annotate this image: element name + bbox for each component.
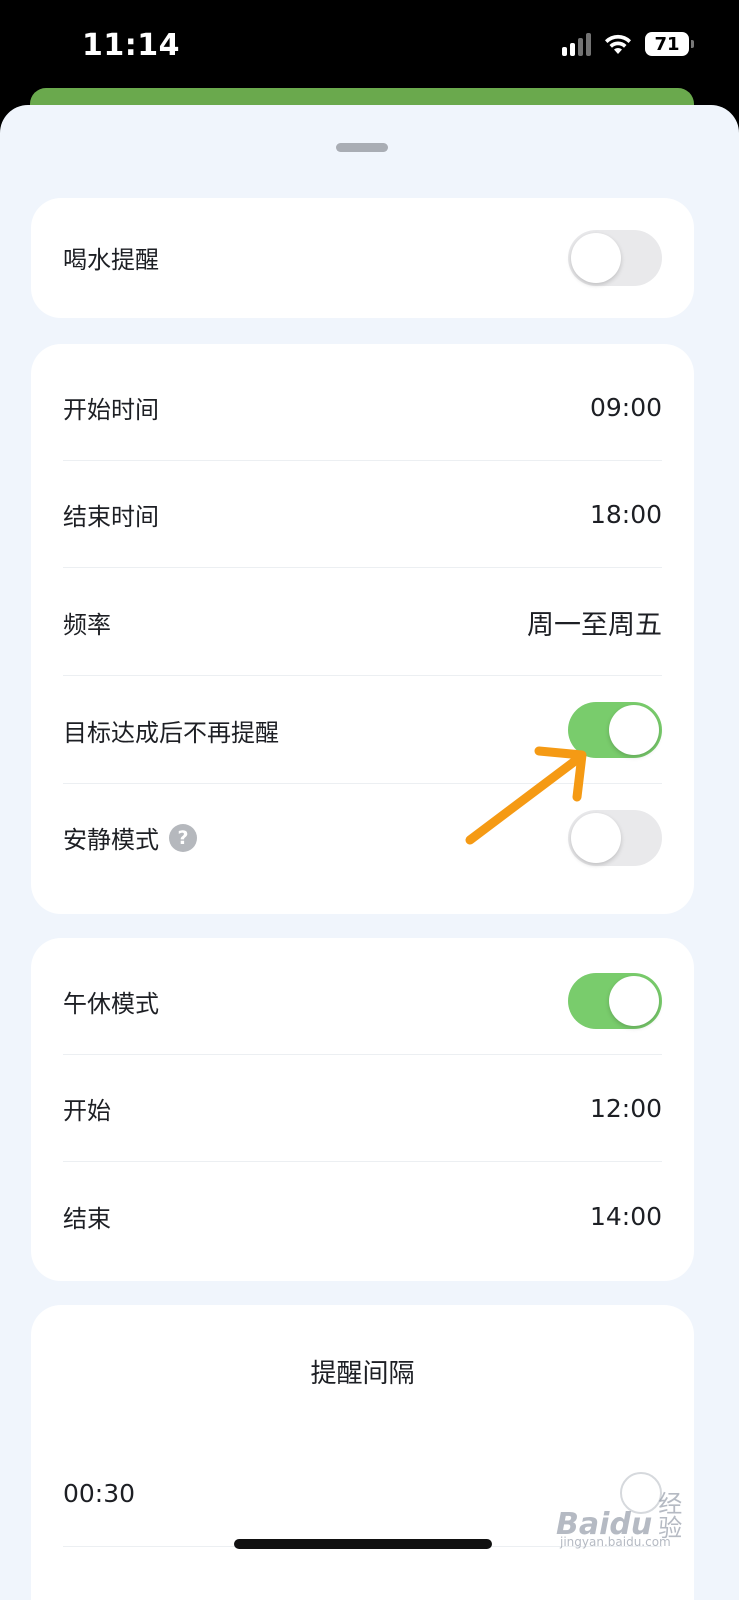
nap-end-value: 14:00 [589,1202,662,1231]
nap-mode-row: 午休模式 [63,948,662,1055]
status-icons: 71 [562,32,694,56]
home-indicator[interactable] [234,1539,492,1549]
help-icon[interactable]: ? [169,823,197,852]
frequency-label: 频率 [63,610,111,639]
settings-sheet[interactable]: 喝水提醒 开始时间 09:00 结束时间 18:00 频率 周一至周五 目标达成… [0,105,739,1600]
watermark-sub: 经验 [658,1490,683,1542]
end-time-value: 18:00 [589,499,662,529]
water-reminder-toggle[interactable] [568,229,662,286]
start-time-label: 开始时间 [63,395,159,424]
status-time: 11:14 [82,28,180,63]
interval-option-label: 00:30 [63,1478,136,1508]
reminder-card: 喝水提醒 [31,198,694,318]
sheet-grabber[interactable] [336,143,388,152]
toggle-knob [571,232,621,283]
nap-card: 午休模式 开始 12:00 结束 14:00 [31,938,694,1281]
phone-screen: 11:14 71 喝水提醒 开始时间 09:00 结束时间 18:00 频率 周… [0,0,739,1600]
battery-icon: 71 [645,32,694,56]
interval-title: 提醒间隔 [310,1359,415,1389]
nap-mode-label: 午休模式 [63,989,159,1018]
interval-card: 提醒间隔 00:30 [31,1305,694,1600]
watermark-url: jingyan.baidu.com [560,1535,671,1549]
status-bar: 11:14 71 [0,0,739,96]
water-reminder-label: 喝水提醒 [63,246,159,274]
baidu-watermark: Baidu 经验 [556,1480,706,1540]
frequency-row[interactable]: 频率 周一至周五 [63,569,662,676]
annotation-arrow-icon [465,746,587,845]
toggle-knob [609,976,659,1026]
frequency-value: 周一至周五 [527,609,662,641]
stop-after-goal-label: 目标达成后不再提醒 [63,718,279,747]
cellular-icon [562,32,591,56]
end-time-label: 结束时间 [63,502,159,531]
wifi-icon [605,34,631,54]
start-time-row[interactable]: 开始时间 09:00 [63,354,662,461]
toggle-knob [609,705,659,755]
nap-end-row[interactable]: 结束 14:00 [63,1163,662,1270]
start-time-value: 09:00 [589,392,662,422]
nap-start-row[interactable]: 开始 12:00 [63,1055,662,1162]
quiet-mode-label: 安静模式 [63,826,159,854]
end-time-row[interactable]: 结束时间 18:00 [63,461,662,568]
nap-start-label: 开始 [63,1096,111,1125]
water-reminder-row: 喝水提醒 [63,204,662,311]
nap-end-label: 结束 [63,1205,111,1233]
nap-mode-toggle[interactable] [568,973,662,1029]
nap-start-value: 12:00 [589,1093,662,1123]
quiet-mode-label-group: 安静模式 ? [63,820,197,855]
